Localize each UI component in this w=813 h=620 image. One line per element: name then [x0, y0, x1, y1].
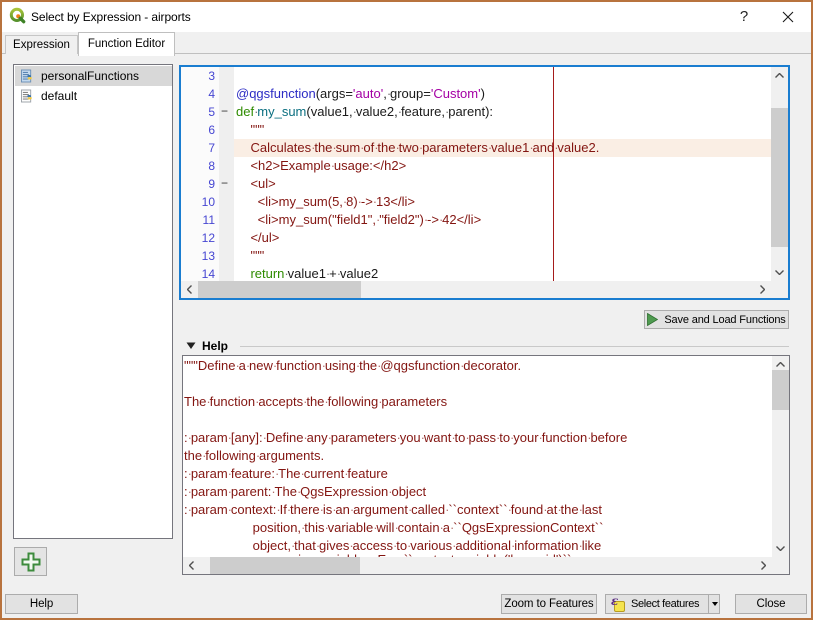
- help-hscrollbar[interactable]: [183, 557, 772, 574]
- scroll-right-icon[interactable]: [754, 281, 771, 298]
- caret-down-icon: [712, 602, 718, 606]
- line-number: 8: [208, 157, 215, 175]
- help-text-line: the·following·arguments.: [184, 447, 324, 465]
- select-by-expression-dialog: Select by Expression - airports ? Expres…: [0, 0, 813, 620]
- select-features-label: Select features: [631, 598, 699, 610]
- editor-hscrollbar[interactable]: [181, 281, 771, 298]
- close-button[interactable]: Close: [735, 594, 807, 614]
- python-file-icon: [21, 89, 33, 103]
- code-line: return·value1·+·value2: [236, 265, 378, 281]
- help-vscroll-thumb[interactable]: [772, 370, 789, 410]
- line-number: 5: [208, 103, 215, 121]
- help-scroll-corner: [772, 557, 789, 574]
- line-number: 10: [202, 193, 215, 211]
- line-number: 9: [208, 175, 215, 193]
- line-number: 6: [208, 121, 215, 139]
- titlebar-close-button[interactable]: [773, 2, 803, 32]
- function-files-list[interactable]: personalFunctions default: [13, 64, 173, 539]
- line-number: 7: [208, 139, 215, 157]
- play-icon: [647, 313, 658, 326]
- tab-function-editor[interactable]: Function Editor: [78, 32, 175, 56]
- editor-line-number-margin: 34567891011121314: [181, 67, 219, 281]
- help-button[interactable]: Help: [5, 594, 78, 614]
- code-line: </ul>: [236, 229, 279, 247]
- add-function-file-button[interactable]: [14, 547, 47, 576]
- scroll-right-icon[interactable]: [755, 557, 772, 574]
- select-features-dropdown[interactable]: [709, 595, 721, 613]
- scroll-up-icon[interactable]: [771, 67, 788, 84]
- code-line: <li>my_sum(5,·8)·->·13</li>: [236, 193, 415, 211]
- python-file-icon: [21, 69, 33, 83]
- help-text-line: :·param·feature:·The·current·feature: [184, 465, 388, 483]
- code-line: Calculates·the·sum·of·the·two·parameters…: [236, 139, 599, 157]
- function-file-label: personalFunctions: [41, 66, 139, 86]
- scroll-down-icon[interactable]: [771, 264, 788, 281]
- select-features-icon: ε: [610, 596, 627, 613]
- code-editor[interactable]: 34567891011121314 −− @qgsfunction(args='…: [179, 65, 790, 300]
- editor-scroll-corner: [771, 281, 788, 298]
- plus-icon: [20, 551, 42, 573]
- save-button-label: Save and Load Functions: [664, 314, 785, 326]
- close-icon: [782, 11, 794, 23]
- editor-fold-margin[interactable]: −−: [219, 67, 234, 281]
- edge-column-marker: [553, 67, 554, 281]
- function-file-item[interactable]: personalFunctions: [15, 66, 172, 86]
- help-group-title[interactable]: Help: [202, 339, 228, 353]
- code-line: <h2>Example·usage:</h2>: [236, 157, 406, 175]
- code-line: def·my_sum(value1,·value2,·feature,·pare…: [236, 103, 493, 121]
- line-number: 3: [208, 67, 215, 85]
- code-line: <li>my_sum("field1",·"field2")·->·42</li…: [236, 211, 481, 229]
- help-viewer[interactable]: """Define·a·new·function·using·the·@qgsf…: [182, 355, 790, 575]
- code-line: <ul>: [236, 175, 276, 193]
- editor-hscroll-thumb[interactable]: [198, 281, 361, 298]
- help-text-line: The·function·accepts·the·following·param…: [184, 393, 447, 411]
- code-line: """: [236, 121, 264, 139]
- collapse-triangle-icon[interactable]: [186, 341, 196, 351]
- fold-marker[interactable]: −: [221, 175, 228, 193]
- qgis-logo-icon: [9, 7, 27, 25]
- select-features-button[interactable]: ε Select features: [605, 594, 720, 614]
- titlebar-help-button[interactable]: ?: [729, 2, 759, 32]
- line-number: 12: [202, 229, 215, 247]
- code-line: @qgsfunction(args='auto',·group='Custom'…: [236, 85, 485, 103]
- editor-vscrollbar[interactable]: [771, 67, 788, 281]
- function-file-item[interactable]: default: [15, 86, 172, 106]
- window-title: Select by Expression - airports: [31, 2, 191, 32]
- line-number: 13: [202, 247, 215, 265]
- tab-expression[interactable]: Expression: [5, 35, 78, 54]
- code-line: """: [236, 247, 264, 265]
- help-text-line: position,·this·variable·will·contain·a·`…: [184, 519, 603, 537]
- scroll-down-icon[interactable]: [772, 540, 789, 557]
- help-group-divider: [240, 346, 789, 347]
- editor-text-area[interactable]: @qgsfunction(args='auto',·group='Custom'…: [234, 67, 771, 281]
- zoom-to-features-button[interactable]: Zoom to Features: [501, 594, 597, 614]
- title-bar[interactable]: Select by Expression - airports ?: [2, 2, 811, 32]
- line-number: 4: [208, 85, 215, 103]
- save-and-load-functions-button[interactable]: Save and Load Functions: [644, 310, 789, 329]
- scroll-left-icon[interactable]: [181, 281, 198, 298]
- help-vscrollbar[interactable]: [772, 356, 789, 557]
- help-hscroll-thumb[interactable]: [210, 557, 360, 574]
- help-text-line: """Define·a·new·function·using·the·@qgsf…: [184, 357, 521, 375]
- scroll-left-icon[interactable]: [183, 557, 200, 574]
- help-text-line: :·param·parent:·The·QgsExpression·object: [184, 483, 426, 501]
- help-text-line: :·param·[any]:·Define·any·parameters·you…: [184, 429, 627, 447]
- help-text-line: :·param·context:·If·there·is·an·argument…: [184, 501, 602, 519]
- line-number: 11: [203, 211, 215, 229]
- function-file-label: default: [41, 86, 77, 106]
- editor-vscroll-thumb[interactable]: [771, 108, 788, 247]
- fold-marker[interactable]: −: [221, 103, 228, 121]
